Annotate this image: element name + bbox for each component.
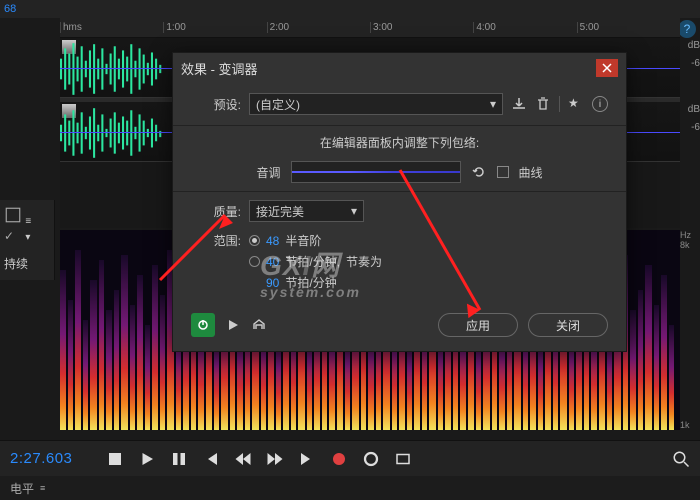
curve-checkbox[interactable] — [497, 166, 509, 178]
sustain-label: 持续 — [4, 255, 50, 272]
level-menu-icon[interactable]: ≡ — [40, 483, 45, 493]
left-tool-panel: ≡ ✓ ▾ 持续 — [0, 200, 55, 280]
range-radio-bpm[interactable] — [249, 256, 260, 267]
record-button[interactable] — [330, 450, 348, 468]
semitone-value[interactable]: 48 — [266, 234, 279, 248]
skip-forward-button[interactable] — [298, 450, 316, 468]
bpm1-value[interactable]: 40 — [266, 255, 279, 269]
bpm2-value[interactable]: 90 — [266, 276, 279, 290]
hz-axis: Hz 8k 1k — [680, 230, 698, 430]
bpm1-extra: 节奏为 — [346, 253, 382, 270]
dialog-titlebar[interactable]: 效果 - 变调器 — [173, 53, 626, 83]
ruler-tick: 2:00 — [267, 22, 370, 33]
loop-button[interactable] — [362, 450, 380, 468]
play-button[interactable] — [138, 450, 156, 468]
bpm2-unit: 节拍/分钟 — [285, 274, 336, 291]
range-label: 范围: — [191, 232, 241, 249]
timecode-display[interactable]: 2:27.603 — [10, 450, 72, 467]
db-label: dB — [688, 104, 700, 115]
stop-button[interactable] — [106, 450, 124, 468]
level-label: 电平 — [10, 480, 34, 497]
preset-value: (自定义) — [256, 96, 300, 113]
apply-button[interactable]: 应用 — [438, 313, 518, 337]
share-icon[interactable] — [251, 317, 267, 333]
power-toggle-button[interactable] — [191, 313, 215, 337]
chevron-down-icon: ▾ — [490, 97, 496, 111]
hz-1k: 1k — [680, 420, 698, 430]
ruler-hms: hms — [60, 22, 163, 33]
ruler-tick: 5:00 — [577, 22, 680, 33]
help-icon[interactable]: ? — [678, 20, 696, 38]
preset-label: 预设: — [191, 96, 241, 113]
skip-selection-button[interactable] — [394, 450, 412, 468]
hz-8k: 8k — [680, 240, 698, 250]
db-neg6: -6 — [691, 58, 700, 69]
db-label: dB — [688, 40, 700, 51]
hz-label: Hz — [680, 230, 698, 240]
reset-icon[interactable] — [471, 164, 487, 180]
db-neg6: -6 — [691, 122, 700, 133]
ruler-tick: 4:00 — [473, 22, 576, 33]
samplerate-fragment: 68 — [4, 3, 16, 15]
quality-label: 质量: — [191, 203, 241, 220]
zoom-in-icon[interactable] — [672, 450, 690, 468]
pause-button[interactable] — [170, 450, 188, 468]
forward-button[interactable] — [266, 450, 284, 468]
ruler-tick: 1:00 — [163, 22, 266, 33]
transport-bar: 2:27.603 — [0, 440, 700, 476]
pitch-label: 音调 — [256, 164, 280, 181]
delete-preset-icon[interactable] — [535, 96, 551, 112]
bpm1-unit: 节拍/分钟, — [285, 253, 340, 270]
semitone-unit: 半音阶 — [285, 232, 321, 249]
status-bar: 电平 ≡ — [0, 476, 700, 500]
info-icon[interactable]: i — [592, 96, 608, 112]
timeline-ruler[interactable]: hms 1:00 2:00 3:00 4:00 5:00 — [60, 18, 680, 38]
dialog-title: 效果 - 变调器 — [181, 59, 258, 78]
favorite-icon[interactable]: ★ — [568, 96, 584, 112]
pitch-envelope-display[interactable] — [291, 161, 461, 183]
close-icon[interactable] — [596, 59, 618, 77]
chevron-down-icon: ▾ — [351, 204, 357, 218]
skip-back-button[interactable] — [202, 450, 220, 468]
preset-select[interactable]: (自定义) ▾ — [249, 93, 503, 115]
quality-value: 接近完美 — [256, 203, 304, 220]
range-radio-semitone[interactable] — [249, 235, 260, 246]
envelope-message: 在编辑器面板内调整下列包络: — [191, 134, 608, 151]
curve-label: 曲线 — [519, 164, 543, 181]
save-preset-icon[interactable] — [511, 96, 527, 112]
close-button[interactable]: 关闭 — [528, 313, 608, 337]
rewind-button[interactable] — [234, 450, 252, 468]
ruler-tick: 3:00 — [370, 22, 473, 33]
preview-play-icon[interactable] — [225, 317, 241, 333]
selection-tool-icon[interactable] — [4, 206, 22, 224]
quality-select[interactable]: 接近完美 ▾ — [249, 200, 364, 222]
window-topbar: 68 — [0, 0, 700, 18]
check-tool-icon[interactable]: ✓ — [4, 229, 22, 247]
pitch-shifter-dialog: 效果 - 变调器 预设: (自定义) ▾ ★ i 在编辑器面板内调整下列包络: … — [172, 52, 627, 352]
